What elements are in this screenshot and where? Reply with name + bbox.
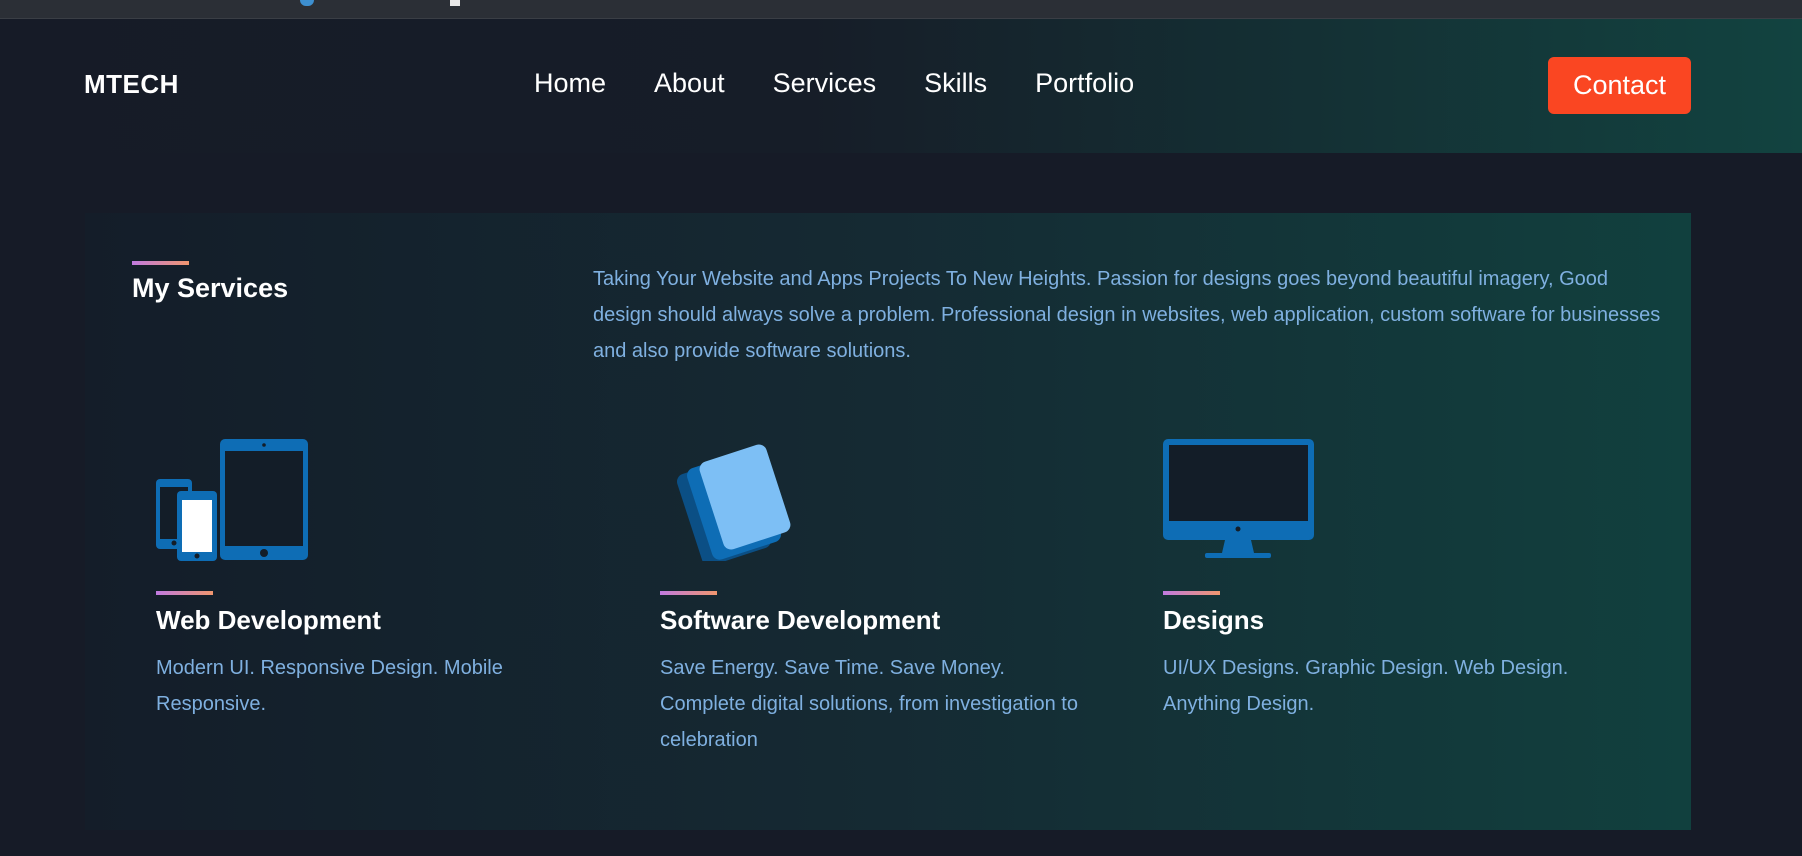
card-accent-bar [1163,591,1220,595]
card-description: Save Energy. Save Time. Save Money. Comp… [660,657,1078,751]
services-section: My Services Taking Your Website and Apps… [85,213,1691,830]
devices-icon [156,439,316,561]
contact-button[interactable]: Contact [1548,57,1691,114]
card-description: UI/UX Designs. Graphic Design. Web Desig… [1163,657,1569,715]
cursor-marker [450,0,460,6]
site-header: MTECH Home About Services Skills Portfol… [0,19,1802,153]
software-layers-icon [660,439,820,566]
nav-about[interactable]: About [654,68,725,99]
service-card-software-development: Software Development Save Energy. Save T… [660,439,1080,758]
service-card-designs: Designs UI/UX Designs. Graphic Design. W… [1163,439,1583,722]
card-title: Web Development [156,605,381,635]
service-card-web-development: Web Development Modern UI. Responsive De… [156,439,576,722]
services-intro: Taking Your Website and Apps Projects To… [593,268,1661,362]
nav-portfolio[interactable]: Portfolio [1035,68,1134,99]
browser-top-strip [0,0,1802,19]
card-title: Designs [1163,605,1265,635]
nav-home[interactable]: Home [534,68,606,99]
tab-indicator [300,0,314,6]
nav-skills[interactable]: Skills [924,68,987,99]
site-logo[interactable]: MTECH [84,69,179,100]
services-title: My Services [132,273,289,303]
card-accent-bar [156,591,213,595]
main-nav: Home About Services Skills Portfolio [534,68,1134,99]
heading-accent-bar [132,261,189,265]
card-accent-bar [660,591,717,595]
card-description: Modern UI. Responsive Design. Mobile Res… [156,657,503,715]
desktop-monitor-icon [1163,439,1323,561]
services-heading-block: My Services [132,261,288,304]
nav-services[interactable]: Services [773,68,877,99]
card-title: Software Development [660,605,941,635]
